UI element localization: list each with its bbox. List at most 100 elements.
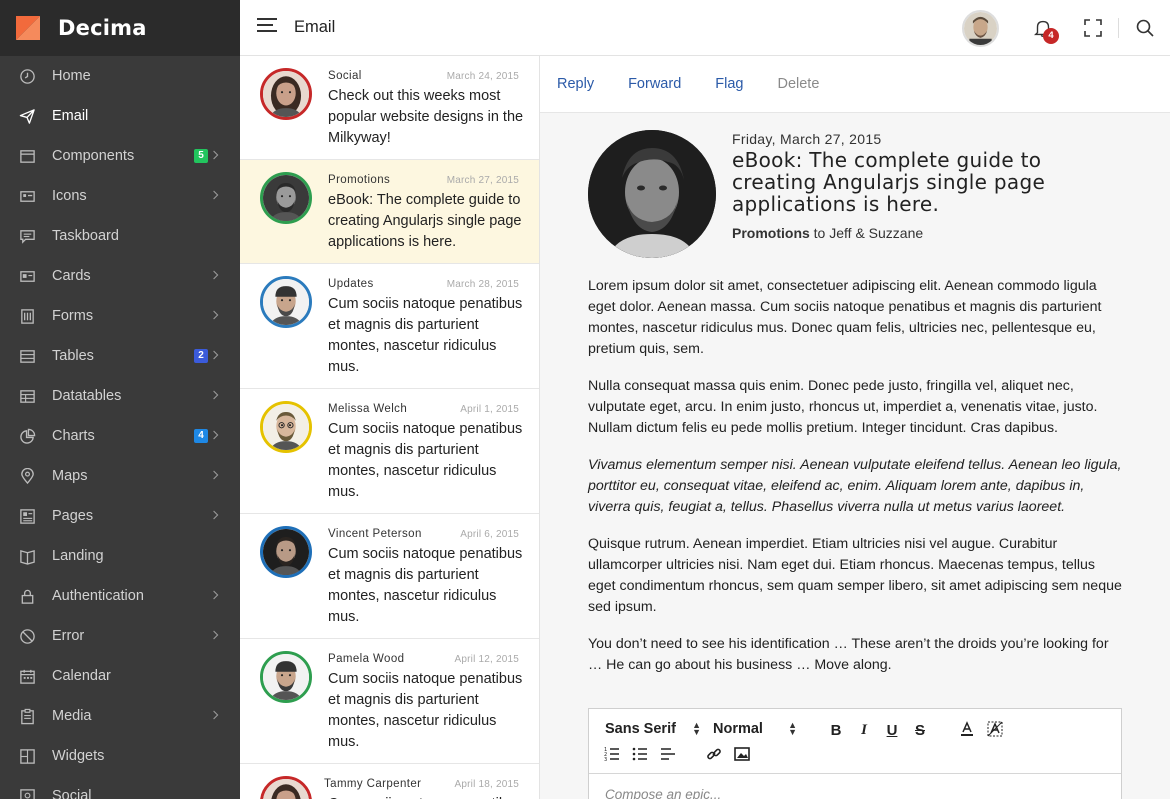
sidebar-item-social[interactable]: Social xyxy=(0,776,240,799)
calendar-icon xyxy=(17,666,37,686)
font-size-select[interactable]: Normal ▲ ▼ xyxy=(713,721,797,738)
pie-chart-icon xyxy=(17,426,37,446)
message-date: Friday, March 27, 2015 xyxy=(732,131,882,147)
font-family-select[interactable]: Sans Serif ▲ ▼ xyxy=(605,721,701,738)
mail-date: March 24, 2015 xyxy=(446,71,519,82)
strikethrough-button[interactable]: S xyxy=(911,721,929,739)
user-avatar[interactable] xyxy=(962,10,999,47)
message-meta: Promotions to Jeff & Suzzane xyxy=(732,225,923,241)
message-recipients: to Jeff & Suzzane xyxy=(813,225,924,241)
user-avatar-icon xyxy=(964,12,997,45)
sidebar-item-label: Forms xyxy=(52,308,94,324)
italic-button[interactable]: I xyxy=(855,721,873,739)
sidebar-item-label: Social xyxy=(52,788,92,799)
paper-plane-icon xyxy=(17,106,37,126)
message-body: Lorem ipsum dolor sit amet, consectetuer… xyxy=(588,276,1124,692)
mail-list: Social March 24, 2015 Check out this weeks… xyxy=(240,56,540,799)
sidebar-item-datatables[interactable]: Datatables xyxy=(0,376,240,416)
sidebar-item-cards[interactable]: Cards xyxy=(0,256,240,296)
sidebar-item-charts[interactable]: Charts 4 xyxy=(0,416,240,456)
reply-button[interactable]: Reply xyxy=(557,76,594,92)
background-color-icon xyxy=(987,721,1003,737)
message-actions: Reply Forward Flag Delete xyxy=(540,56,1170,113)
mail-date: March 27, 2015 xyxy=(446,175,519,186)
text-color-button[interactable] xyxy=(958,720,976,738)
sidebar-item-icons[interactable]: Icons xyxy=(0,176,240,216)
sidebar-item-label: Charts xyxy=(52,428,95,444)
social-icon xyxy=(17,786,37,799)
flag-button[interactable]: Flag xyxy=(715,76,743,92)
bold-button[interactable]: B xyxy=(827,721,845,739)
chevron-right-icon xyxy=(212,508,222,524)
sidebar-item-landing[interactable]: Landing xyxy=(0,536,240,576)
delete-button[interactable]: Delete xyxy=(777,76,819,92)
sidebar-item-media[interactable]: Media xyxy=(0,696,240,736)
mail-subject: Cum sociis natoque penatibus et magnis d… xyxy=(328,794,524,799)
background-color-button[interactable] xyxy=(986,720,1004,738)
sidebar-item-label: Email xyxy=(52,108,89,124)
ban-icon xyxy=(17,626,37,646)
compose-input[interactable]: Compose an epic... xyxy=(605,787,721,799)
mail-subject: eBook: The complete guide to creating An… xyxy=(328,192,522,250)
sidebar-item-components[interactable]: Components 5 xyxy=(0,136,240,176)
mail-list-item[interactable]: Melissa Welch April 1, 2015 Cum sociis nat… xyxy=(240,389,539,514)
mail-date: April 18, 2015 xyxy=(454,779,519,790)
underline-button[interactable]: U xyxy=(883,721,901,739)
sender-avatar xyxy=(260,776,312,799)
sender-avatar xyxy=(260,68,312,120)
reply-editor: Sans Serif ▲ ▼ Normal ▲ ▼ B I U S 12 3 C… xyxy=(588,708,1122,799)
sidebar-item-label: Landing xyxy=(52,548,104,564)
chevron-right-icon xyxy=(212,468,222,484)
sidebar-item-taskboard[interactable]: Taskboard xyxy=(0,216,240,256)
brand[interactable]: Decima xyxy=(0,0,240,56)
sidebar-item-email[interactable]: Email xyxy=(0,96,240,136)
mail-date: April 6, 2015 xyxy=(460,529,519,540)
mail-list-item[interactable]: Tammy Carpenter April 18, 2015 Cum sociis … xyxy=(240,764,539,799)
forms-icon xyxy=(17,306,37,326)
sidebar-item-maps[interactable]: Maps xyxy=(0,456,240,496)
count-badge: 5 xyxy=(194,149,208,163)
lock-icon xyxy=(17,586,37,606)
sidebar-item-authentication[interactable]: Authentication xyxy=(0,576,240,616)
text-color-icon xyxy=(961,721,973,736)
bullet-list-button[interactable] xyxy=(631,745,649,763)
map-pin-icon xyxy=(17,466,37,486)
message-subject: eBook: The complete guide to creating An… xyxy=(732,148,1046,216)
search-button[interactable] xyxy=(1135,18,1155,38)
sidebar-item-label: Authentication xyxy=(52,588,144,604)
forward-button[interactable]: Forward xyxy=(628,76,681,92)
sidebar-item-pages[interactable]: Pages xyxy=(0,496,240,536)
link-button[interactable] xyxy=(705,745,723,763)
message-sender: Promotions xyxy=(732,225,810,241)
image-button[interactable] xyxy=(733,745,751,763)
sender-avatar xyxy=(260,526,312,578)
clipboard-icon xyxy=(17,706,37,726)
mail-list-item[interactable]: Vincent Peterson April 6, 2015 Cum sociis … xyxy=(240,514,539,639)
message-paragraph: Quisque rutrum. Aenean imperdiet. Etiam … xyxy=(588,536,1122,615)
fullscreen-button[interactable] xyxy=(1083,18,1103,38)
font-family-value: Sans Serif xyxy=(605,721,676,737)
mail-subject: Cum sociis natoque penatibus et magnis d… xyxy=(328,546,523,625)
message-paragraph: Nulla consequat massa quis enim. Donec p… xyxy=(588,378,1098,436)
sidebar-item-tables[interactable]: Tables 2 xyxy=(0,336,240,376)
sidebar-item-forms[interactable]: Forms xyxy=(0,296,240,336)
message-reader: Reply Forward Flag Delete Friday, March … xyxy=(540,56,1170,799)
mail-sender: Tammy Carpenter xyxy=(324,778,422,790)
mail-sender: Social xyxy=(328,70,362,82)
mail-list-item[interactable]: Pamela Wood April 12, 2015 Cum sociis nato… xyxy=(240,639,539,764)
mail-sender: Promotions xyxy=(328,174,391,186)
mail-list-item[interactable]: Social March 24, 2015 Check out this weeks… xyxy=(240,56,539,160)
sidebar-item-home[interactable]: Home xyxy=(0,56,240,96)
sender-avatar xyxy=(260,172,312,224)
mail-sender: Pamela Wood xyxy=(328,653,405,665)
mail-list-item[interactable]: Promotions March 27, 2015 eBook: The compl… xyxy=(240,160,539,264)
sidebar-item-calendar[interactable]: Calendar xyxy=(0,656,240,696)
align-button[interactable] xyxy=(659,745,677,763)
ordered-list-button[interactable]: 123 xyxy=(603,745,621,763)
message-paragraph: You don’t need to see his identification… xyxy=(588,636,1109,673)
mail-list-item[interactable]: Updates March 28, 2015 Cum sociis natoque … xyxy=(240,264,539,389)
sidebar-item-widgets[interactable]: Widgets xyxy=(0,736,240,776)
italic-icon: I xyxy=(861,721,867,738)
sidebar-item-error[interactable]: Error xyxy=(0,616,240,656)
menu-toggle-button[interactable] xyxy=(257,18,277,38)
